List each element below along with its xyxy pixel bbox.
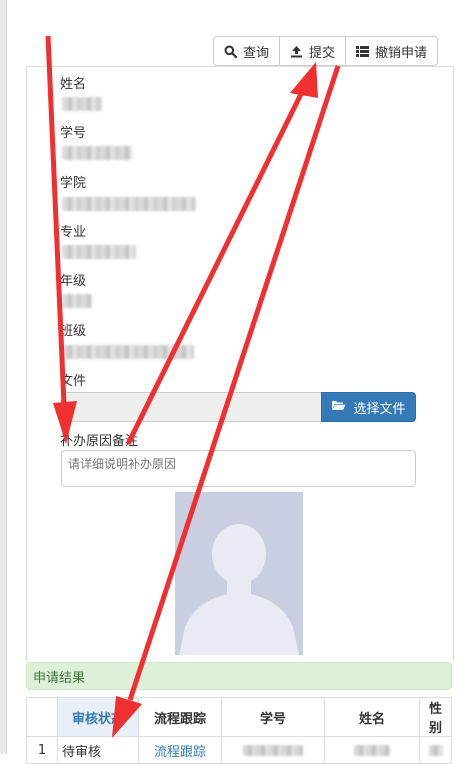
- submit-label: 提交: [309, 45, 336, 61]
- class-value-redacted: [62, 345, 194, 359]
- column-header-student-id[interactable]: 学号: [221, 697, 325, 737]
- college-label: 学院: [60, 176, 87, 191]
- cancel-label: 撤销申请: [375, 45, 428, 61]
- class-label: 班级: [60, 324, 87, 339]
- list-icon: [356, 45, 370, 58]
- student-id-value-redacted: [62, 146, 132, 160]
- major-value-redacted: [62, 245, 136, 259]
- remark-textarea[interactable]: [61, 450, 416, 487]
- search-icon: [224, 45, 237, 58]
- column-header-trace[interactable]: 流程跟踪: [138, 697, 222, 737]
- row-student-id-redacted: [221, 736, 325, 764]
- result-header: 申请结果: [26, 662, 452, 690]
- query-label: 查询: [243, 45, 270, 61]
- result-title: 申请结果: [33, 670, 86, 686]
- file-label: 文件: [60, 374, 87, 389]
- cancel-application-button[interactable]: 撤销申请: [346, 37, 437, 65]
- row-gender-redacted: [419, 736, 452, 764]
- major-label: 专业: [60, 225, 87, 240]
- name-value-redacted: [62, 97, 102, 111]
- table-header-row: 审核状态 流程跟踪 学号 姓名 性别: [26, 697, 452, 737]
- column-header-status[interactable]: 审核状态: [57, 697, 139, 737]
- choose-file-label: 选择文件: [353, 401, 406, 417]
- window-left-edge: [0, 0, 7, 754]
- column-header-index: [26, 697, 58, 737]
- row-status: 待审核: [57, 736, 139, 764]
- name-label: 姓名: [60, 77, 87, 92]
- grade-label: 年级: [60, 274, 87, 289]
- row-name-redacted: [324, 736, 420, 764]
- folder-open-icon: [331, 399, 346, 415]
- remark-label: 补办原因备注: [60, 434, 139, 449]
- file-path-field[interactable]: [61, 392, 321, 422]
- grade-value-redacted: [62, 294, 92, 308]
- table-row: 1 待审核 流程跟踪: [26, 736, 452, 764]
- column-header-gender[interactable]: 性别: [419, 697, 452, 737]
- choose-file-button[interactable]: 选择文件: [321, 392, 416, 422]
- upload-icon: [290, 45, 303, 58]
- college-value-redacted: [62, 197, 196, 211]
- submit-button[interactable]: 提交: [280, 37, 347, 65]
- column-header-name[interactable]: 姓名: [324, 697, 420, 737]
- row-trace-link[interactable]: 流程跟踪: [138, 736, 222, 764]
- student-id-label: 学号: [60, 126, 87, 141]
- action-toolbar: 查询 提交 撤销申请: [213, 36, 439, 66]
- query-button[interactable]: 查询: [214, 37, 281, 65]
- student-photo-placeholder: [175, 492, 303, 655]
- row-index: 1: [26, 736, 58, 764]
